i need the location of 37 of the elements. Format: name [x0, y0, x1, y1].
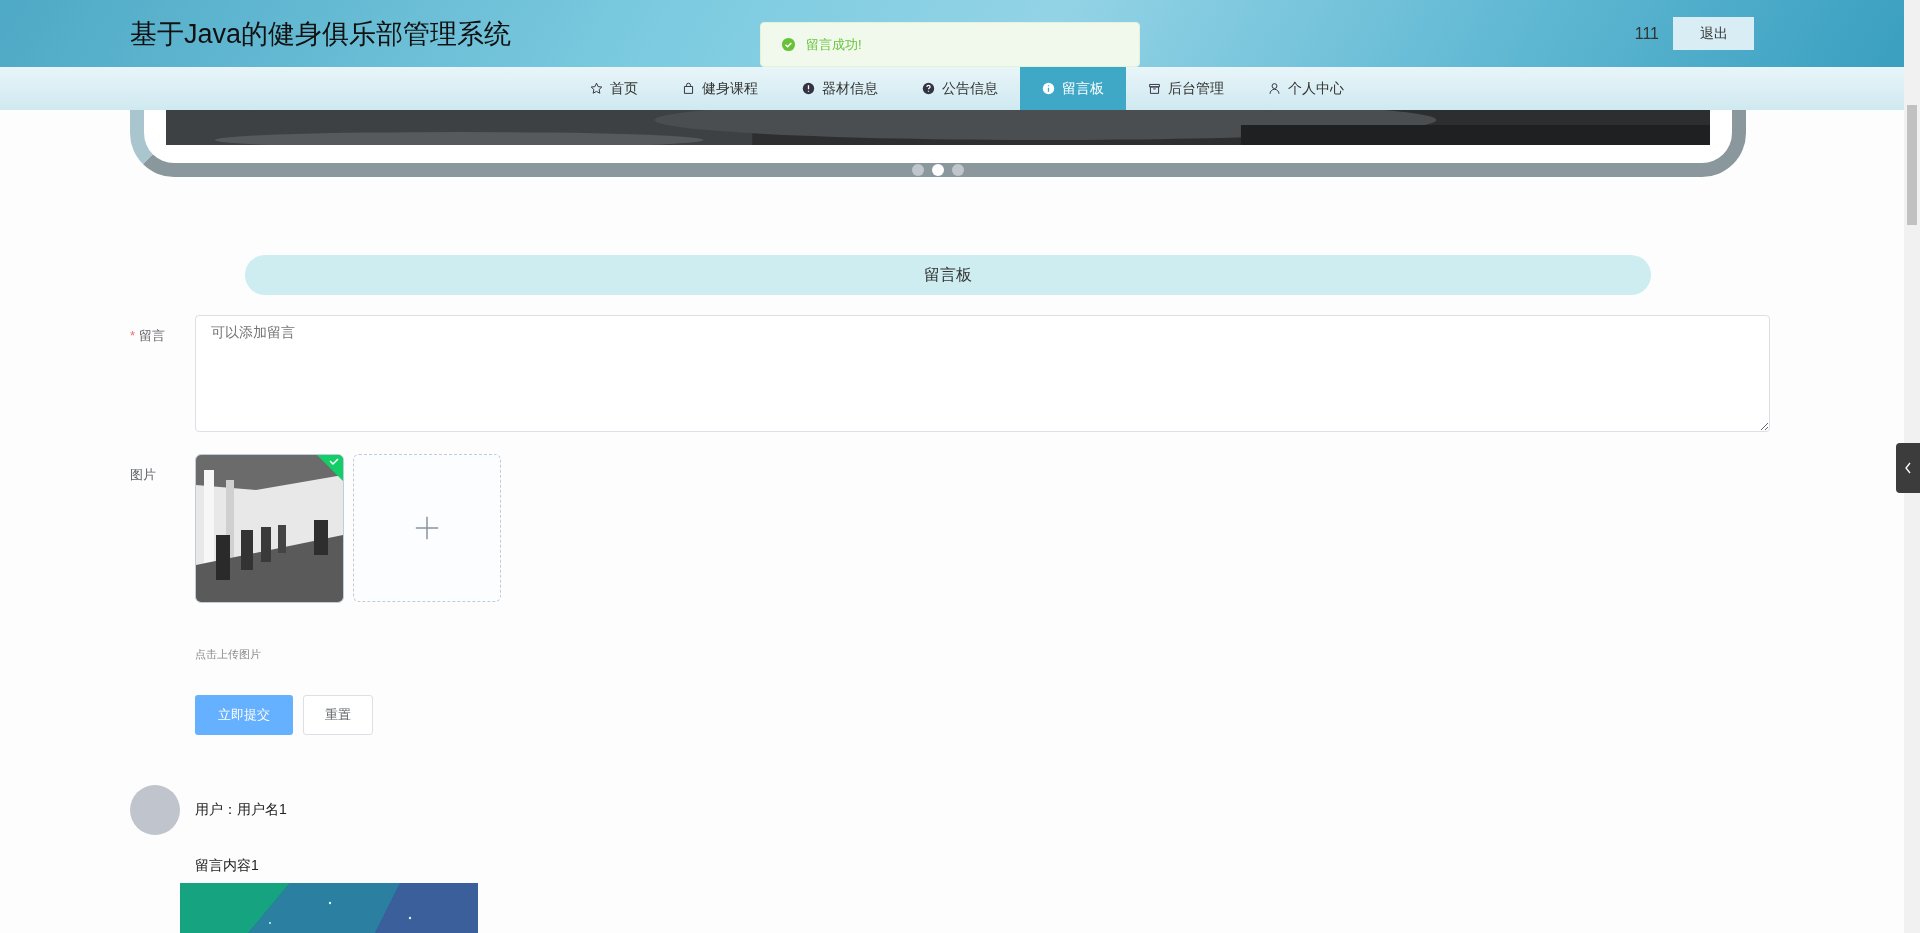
toast-message: 留言成功!: [806, 35, 862, 54]
plus-icon: [414, 515, 440, 541]
success-icon: [781, 37, 796, 52]
box-icon: [1148, 82, 1161, 95]
nav-tab[interactable]: 健身课程: [660, 67, 780, 110]
nav-tab[interactable]: 器材信息: [780, 67, 900, 110]
reset-button[interactable]: 重置: [303, 695, 373, 735]
side-toggle[interactable]: [1896, 443, 1920, 493]
upload-button[interactable]: [353, 454, 501, 602]
help-icon: [922, 82, 935, 95]
carousel-dot[interactable]: [912, 164, 924, 176]
image-label: 图片: [130, 466, 157, 484]
scrollbar-thumb[interactable]: [1907, 105, 1917, 225]
user-icon: [1268, 82, 1281, 95]
comment-user: 用户：用户名1: [195, 801, 287, 819]
carousel-dot[interactable]: [932, 164, 944, 176]
message-field[interactable]: 可以添加留言: [195, 315, 1770, 432]
nav-tab[interactable]: 个人中心: [1246, 67, 1366, 110]
avatar: [130, 785, 180, 835]
section-heading: 留言板: [245, 255, 1651, 295]
chevron-left-icon: [1903, 460, 1913, 476]
nav-tab[interactable]: 公告信息: [900, 67, 1020, 110]
site-title: 基于Java的健身俱乐部管理系统: [130, 17, 512, 51]
scrollbar[interactable]: [1904, 0, 1920, 933]
star-icon: [590, 82, 603, 95]
carousel-dot[interactable]: [952, 164, 964, 176]
username: 111: [1634, 24, 1659, 43]
required-mark: *: [130, 328, 136, 343]
nav-tab[interactable]: 后台管理: [1126, 67, 1246, 110]
bag-icon: [682, 82, 695, 95]
info-icon: [1042, 82, 1055, 95]
message-label: * 留言: [130, 327, 167, 345]
nav-tab[interactable]: 首页: [568, 67, 660, 110]
alert-icon: [802, 82, 815, 95]
comment-text: 留言内容1: [195, 857, 260, 875]
upload-hint: 点击上传图片: [195, 647, 262, 662]
logout-button[interactable]: 退出: [1673, 17, 1754, 50]
